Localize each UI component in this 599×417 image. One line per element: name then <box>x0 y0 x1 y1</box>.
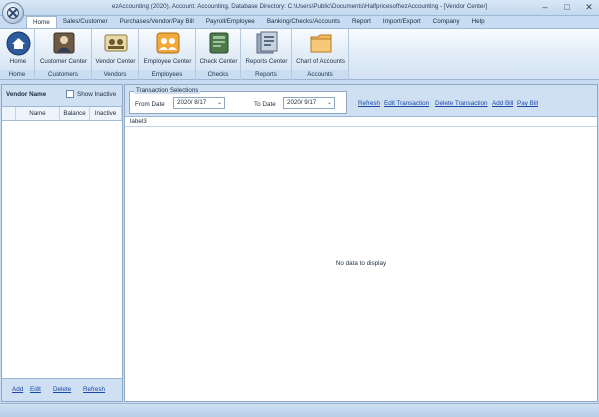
column-header-balance[interactable]: Balance <box>60 107 90 120</box>
edit-vendor-link[interactable]: Edit <box>30 386 41 393</box>
chart-of-accounts-button[interactable]: Chart of Accounts <box>294 30 347 65</box>
pay-bill-link[interactable]: Pay Bill <box>517 100 538 107</box>
from-date-picker[interactable]: 2020/ 8/17 ⌄ <box>173 97 225 109</box>
employee-center-label: Employee Center <box>143 58 192 65</box>
from-date-value: 2020/ 8/17 <box>177 99 207 106</box>
app-logo-icon <box>7 7 19 19</box>
transactions-header: Transaction Selections From Date 2020/ 8… <box>125 85 597 117</box>
vendor-center-icon <box>104 34 127 52</box>
add-bill-link[interactable]: Add Bill <box>492 100 513 107</box>
home-button-label: Home <box>9 58 27 65</box>
menu-help[interactable]: Help <box>466 16 491 28</box>
reports-center-button[interactable]: Reports Center <box>243 30 290 65</box>
to-date-picker[interactable]: 2020/ 9/17 ⌄ <box>283 97 335 109</box>
from-date-label: From Date <box>135 101 165 108</box>
home-button[interactable]: Home <box>3 30 33 65</box>
menu-home[interactable]: Home <box>26 16 57 28</box>
to-date-label: To Date <box>254 101 276 108</box>
menu-sales-customer[interactable]: Sales/Customer <box>57 16 114 28</box>
no-data-message: No data to display <box>335 260 387 267</box>
vendor-list-panel: Vendor Name Show Inactive Name Balance I… <box>1 84 123 402</box>
group-label-checks: Checks <box>196 70 240 79</box>
ribbon-group-accounts: Chart of Accounts Accounts <box>292 29 349 80</box>
reports-center-icon <box>256 31 277 54</box>
menu-banking[interactable]: Banking/Checks/Accounts <box>261 16 346 28</box>
chevron-down-icon[interactable]: ⌄ <box>217 98 222 108</box>
delete-vendor-link[interactable]: Delete <box>53 386 71 393</box>
edit-transaction-link[interactable]: Edit Transaction <box>384 100 429 107</box>
ribbon-group-employees: Employee Center Employees <box>139 29 196 80</box>
check-center-button[interactable]: Check Center <box>198 30 239 65</box>
minimize-button[interactable]: – <box>539 2 551 13</box>
reports-center-label: Reports Center <box>245 58 288 65</box>
refresh-link[interactable]: Refresh <box>358 100 380 107</box>
vendor-list-footer: Add Edit Delete Refresh <box>2 378 122 401</box>
add-vendor-link[interactable]: Add <box>12 386 23 393</box>
transactions-panel: Transaction Selections From Date 2020/ 8… <box>124 84 598 402</box>
group-label-customers: Customers <box>35 70 91 79</box>
group-label-accounts: Accounts <box>292 70 348 79</box>
menu-import-export[interactable]: Import/Export <box>377 16 427 28</box>
restore-button[interactable]: □ <box>561 2 573 13</box>
group-label-vendors: Vendors <box>92 70 138 79</box>
employee-center-button[interactable]: Employee Center <box>141 30 194 65</box>
check-center-icon <box>209 32 228 54</box>
employee-center-icon <box>156 32 179 54</box>
menu-purchases-vendor[interactable]: Purchases/Vendor/Pay Bill <box>114 16 200 28</box>
column-header-name[interactable]: Name <box>16 107 60 120</box>
menu-company[interactable]: Company <box>427 16 466 28</box>
column-header-inactive[interactable]: Inactive <box>90 107 122 120</box>
checkbox-box[interactable] <box>66 90 74 98</box>
group-label-reports: Reports <box>241 70 291 79</box>
customer-center-icon <box>53 32 74 54</box>
window-controls: – □ ✕ <box>539 2 595 13</box>
home-icon <box>6 31 30 55</box>
ribbon-group-reports: Reports Center Reports <box>241 29 292 80</box>
chevron-down-icon[interactable]: ⌄ <box>327 98 332 108</box>
chart-of-accounts-icon <box>310 34 331 53</box>
customer-center-button[interactable]: Customer Center <box>37 30 90 65</box>
to-date-value: 2020/ 9/17 <box>287 99 317 106</box>
menu-bar: Home Sales/Customer Purchases/Vendor/Pay… <box>26 16 491 28</box>
app-window: ezAccounting (2020), Account: Accounting… <box>0 0 599 417</box>
vendor-center-label: Vendor Center <box>95 58 136 65</box>
chart-of-accounts-label: Chart of Accounts <box>296 58 345 65</box>
vendor-grid-body[interactable] <box>2 122 122 378</box>
ribbon-group-home: Home Home <box>0 29 35 80</box>
vendor-name-label: Vendor Name <box>6 91 47 98</box>
status-bar <box>0 403 599 417</box>
ribbon: Home Home Customer Center Customers Vend… <box>0 28 599 80</box>
ribbon-group-customers: Customer Center Customers <box>35 29 92 80</box>
menu-report[interactable]: Report <box>346 16 377 28</box>
menu-payroll-employee[interactable]: Payroll/Employee <box>200 16 261 28</box>
show-inactive-label: Show Inactive <box>77 90 117 98</box>
vendor-list-header: Vendor Name Show Inactive <box>2 85 122 107</box>
refresh-vendor-link[interactable]: Refresh <box>83 386 105 393</box>
delete-transaction-link[interactable]: Delete Transaction <box>435 100 488 107</box>
close-button[interactable]: ✕ <box>583 2 595 13</box>
vendor-grid-header: Name Balance Inactive <box>2 107 122 121</box>
check-center-label: Check Center <box>199 58 238 65</box>
customer-center-label: Customer Center <box>39 58 88 65</box>
ribbon-group-checks: Check Center Checks <box>196 29 241 80</box>
title-bar: ezAccounting (2020), Account: Accounting… <box>0 0 599 16</box>
ribbon-group-vendors: Vendor Center Vendors <box>92 29 139 80</box>
grid-caption-label: label3 <box>125 117 597 127</box>
group-label-employees: Employees <box>139 70 195 79</box>
transaction-selections-group: Transaction Selections From Date 2020/ 8… <box>129 87 347 114</box>
vendor-center-button[interactable]: Vendor Center <box>94 30 137 65</box>
show-inactive-checkbox[interactable]: Show Inactive <box>66 90 116 98</box>
row-indicator-column <box>2 107 16 120</box>
transaction-selections-legend: Transaction Selections <box>134 87 201 94</box>
window-title: ezAccounting (2020), Account: Accounting… <box>111 3 488 10</box>
group-label-home: Home <box>0 70 34 79</box>
app-menu-button[interactable] <box>2 2 24 24</box>
